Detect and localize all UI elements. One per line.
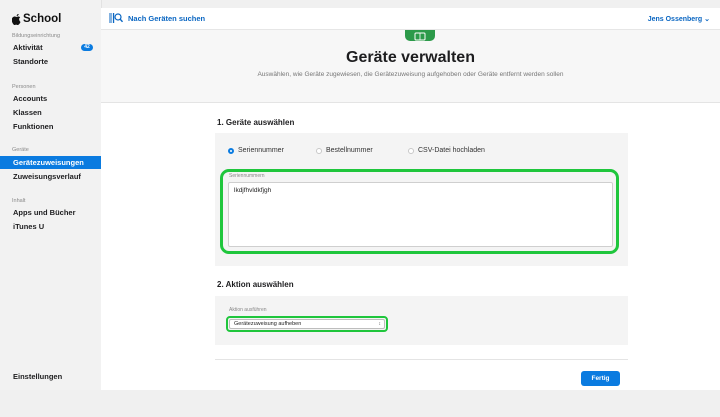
sidebar-item-assignment-history[interactable]: Zuweisungsverlauf <box>0 170 101 183</box>
sidebar: School Bildungseinrichtung Aktivität 42 … <box>0 0 102 390</box>
radio-selected-icon <box>228 147 234 154</box>
sidebar-item-label: iTunes U <box>13 222 45 231</box>
activity-count-badge: 42 <box>81 44 93 51</box>
radio-order-number[interactable]: Bestellnummer <box>316 147 373 154</box>
sidebar-item-locations[interactable]: Standorte <box>0 55 101 68</box>
done-button[interactable]: Fertig <box>581 371 620 386</box>
sidebar-item-label: Zuweisungsverlauf <box>13 172 81 181</box>
sidebar-item-itunes-u[interactable]: iTunes U <box>0 220 101 233</box>
sidebar-item-classes[interactable]: Klassen <box>0 106 101 119</box>
search-devices-link[interactable]: Nach Geräten suchen <box>109 12 205 24</box>
action-select[interactable]: Gerätezuweisung aufheben ↕ <box>229 319 385 329</box>
radio-serial-number[interactable]: Seriennummer <box>228 147 284 154</box>
sidebar-item-apps-books[interactable]: Apps und Bücher <box>0 206 101 219</box>
sidebar-item-label: Gerätezuweisungen <box>13 158 84 167</box>
main-content: 1. Geräte auswählen Seriennummer Bestell… <box>101 103 720 390</box>
search-devices-label: Nach Geräten suchen <box>128 13 206 23</box>
device-icon <box>405 30 435 41</box>
section-label-people: Personen <box>12 84 36 90</box>
sidebar-item-label: Apps und Bücher <box>13 208 76 217</box>
apple-logo-icon <box>12 13 21 25</box>
sidebar-item-label: Accounts <box>13 94 48 103</box>
sidebar-item-activity[interactable]: Aktivität 42 <box>0 41 101 54</box>
step1-heading: 1. Geräte auswählen <box>217 118 295 127</box>
brand: School <box>12 13 61 25</box>
sidebar-item-label: Klassen <box>13 108 42 117</box>
sidebar-item-settings[interactable]: Einstellungen <box>0 370 101 383</box>
sidebar-item-label: Aktivität <box>13 43 43 52</box>
action-select-value: Gerätezuweisung aufheben <box>234 321 302 327</box>
chevron-down-icon: ⌄ <box>704 16 710 23</box>
serial-numbers-label: Seriennummern <box>229 173 265 179</box>
device-search-icon <box>109 13 123 23</box>
sidebar-item-device-assignments[interactable]: Gerätezuweisungen <box>0 156 101 169</box>
sidebar-item-label: Einstellungen <box>13 372 63 381</box>
page-subtitle: Auswählen, wie Geräte zugewiesen, die Ge… <box>257 71 564 78</box>
radio-unselected-icon <box>408 147 414 154</box>
serial-numbers-input[interactable]: lkdjfhvldkfjgh <box>228 182 613 247</box>
action-label: Aktion ausführen <box>229 307 267 313</box>
user-name: Jens Ossenberg <box>647 16 703 23</box>
radio-label: Bestellnummer <box>326 147 373 154</box>
select-arrows-icon: ↕ <box>378 321 382 327</box>
top-bar: Nach Geräten suchen Jens Ossenberg ⌄ <box>101 8 720 30</box>
radio-label: Seriennummer <box>238 147 284 154</box>
radio-csv-upload[interactable]: CSV-Datei hochladen <box>408 147 485 154</box>
page-header: Geräte verwalten Auswählen, wie Geräte z… <box>101 30 720 103</box>
section-label-institution: Bildungseinrichtung <box>12 33 61 39</box>
sidebar-item-label: Standorte <box>13 57 49 66</box>
user-menu[interactable]: Jens Ossenberg ⌄ <box>648 15 710 23</box>
radio-label: CSV-Datei hochladen <box>418 147 485 154</box>
brand-name: School <box>23 13 62 25</box>
sidebar-item-label: Funktionen <box>13 122 54 131</box>
page-title: Geräte verwalten <box>346 49 475 66</box>
sidebar-item-accounts[interactable]: Accounts <box>0 92 101 105</box>
section-label-devices: Geräte <box>12 147 29 153</box>
step2-heading: 2. Aktion auswählen <box>217 280 294 289</box>
section-label-content: Inhalt <box>12 198 26 204</box>
footer-divider <box>215 359 628 360</box>
sidebar-item-roles[interactable]: Funktionen <box>0 120 101 133</box>
radio-unselected-icon <box>316 147 322 154</box>
